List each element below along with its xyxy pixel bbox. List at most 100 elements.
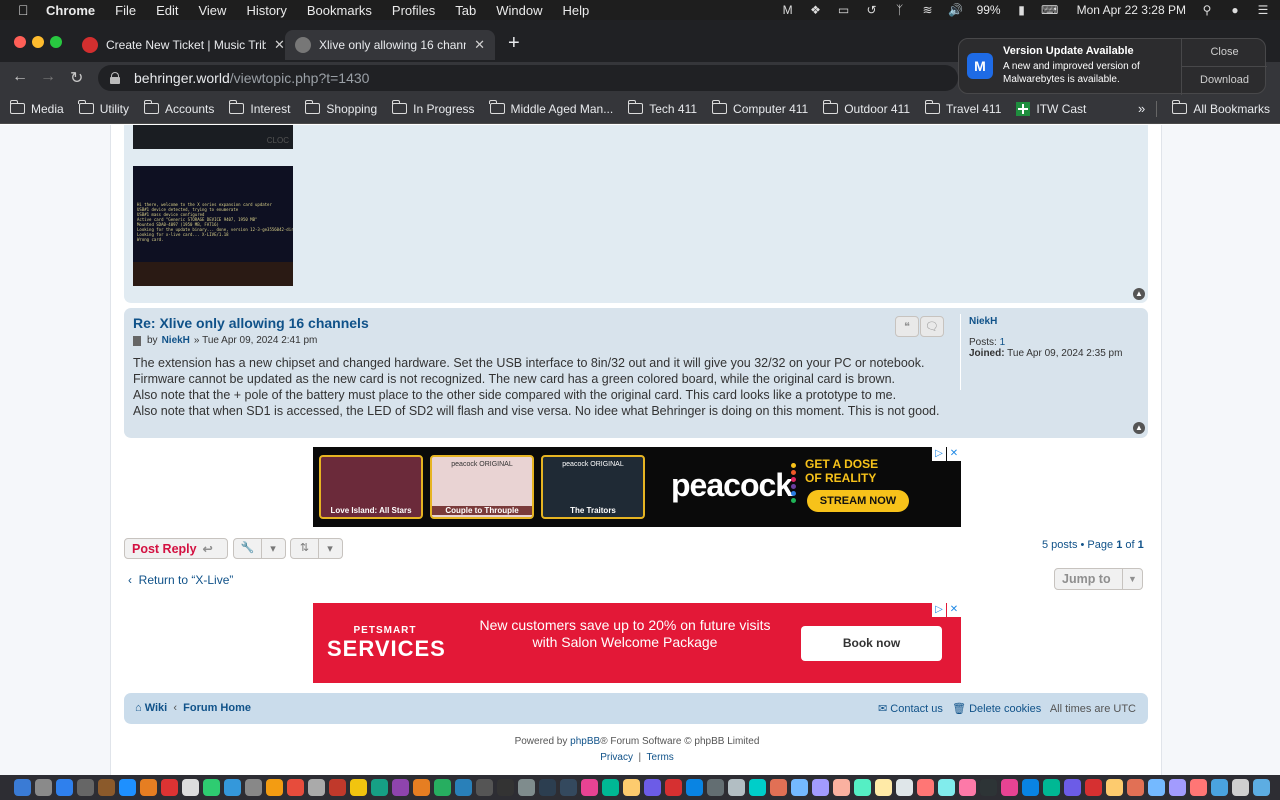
dock-app-icon[interactable]: [224, 779, 241, 796]
dock-app-icon[interactable]: [728, 779, 745, 796]
tab-xlive-topic[interactable]: Xlive only allowing 16 channels ✕: [285, 30, 495, 60]
dock-app-icon[interactable]: [350, 779, 367, 796]
dock-app-icon[interactable]: [959, 779, 976, 796]
jump-to-dropdown[interactable]: Jump to ▼: [1054, 568, 1143, 590]
attachment-image[interactable]: Hi there, welcome to the X series expans…: [133, 166, 293, 286]
tab-create-ticket[interactable]: Create New Ticket | Music Trib ✕: [72, 30, 295, 60]
ad-show-card[interactable]: peacock ORIGINAL The Traitors: [541, 455, 645, 519]
dock-app-icon[interactable]: [623, 779, 640, 796]
tab-close-icon[interactable]: ✕: [474, 37, 485, 53]
bookmark-folder-computer-411[interactable]: Computer 411: [711, 100, 808, 116]
dock-app-icon[interactable]: [938, 779, 955, 796]
address-bar[interactable]: behringer.world/viewtopic.php?t=1430: [98, 65, 958, 91]
dock-app-icon[interactable]: [1127, 779, 1144, 796]
dock-app-icon[interactable]: [140, 779, 157, 796]
dock-app-icon[interactable]: [161, 779, 178, 796]
tab-close-icon[interactable]: ✕: [274, 37, 285, 53]
bookmark-folder-travel-411[interactable]: Travel 411: [924, 100, 1001, 116]
notification-download-button[interactable]: Download: [1182, 74, 1267, 86]
adchoices-icon[interactable]: ▷: [932, 447, 946, 461]
window-close-button[interactable]: [14, 36, 26, 48]
dock-app-icon[interactable]: [476, 779, 493, 796]
dock-app-icon[interactable]: [371, 779, 388, 796]
dock-app-icon[interactable]: [455, 779, 472, 796]
dock-app-icon[interactable]: [329, 779, 346, 796]
forum-home-link[interactable]: Forum Home: [183, 702, 251, 714]
dock-app-icon[interactable]: [287, 779, 304, 796]
forward-arrow-icon[interactable]: →: [40, 68, 56, 86]
dock-app-icon[interactable]: [413, 779, 430, 796]
dock-app-icon[interactable]: [245, 779, 262, 796]
spotlight-search-icon[interactable]: ⚲: [1200, 3, 1214, 17]
bookmark-folder-shopping[interactable]: Shopping: [304, 100, 377, 116]
return-to-forum-link[interactable]: ‹ Return to “X-Live”: [128, 573, 233, 587]
dock-app-icon[interactable]: [434, 779, 451, 796]
peacock-ad-banner[interactable]: Love Island: All Stars peacock ORIGINAL …: [313, 447, 961, 527]
petsmart-ad-banner[interactable]: PETSMART SERVICES New customers save up …: [313, 603, 961, 683]
delete-cookies-link[interactable]: Delete cookies: [969, 703, 1041, 715]
notification-close-button[interactable]: Close: [1182, 46, 1267, 58]
bookmark-folder-utility[interactable]: Utility: [78, 100, 129, 116]
dock-app-icon[interactable]: [1106, 779, 1123, 796]
dock-app-icon[interactable]: [308, 779, 325, 796]
bookmark-folder-tech-411[interactable]: Tech 411: [627, 100, 697, 116]
dock-app-icon[interactable]: [392, 779, 409, 796]
dock-app-icon[interactable]: [1190, 779, 1207, 796]
menu-clock[interactable]: Mon Apr 22 3:28 PM: [1077, 3, 1186, 17]
dock-app-icon[interactable]: [770, 779, 787, 796]
dock-app-icon[interactable]: [1001, 779, 1018, 796]
control-center-icon[interactable]: ☰: [1256, 3, 1270, 17]
quote-button[interactable]: ❝: [895, 316, 919, 337]
phpbb-link[interactable]: phpBB: [570, 736, 600, 747]
menu-file[interactable]: File: [115, 3, 136, 18]
apple-icon[interactable]: : [18, 2, 34, 18]
menu-tab[interactable]: Tab: [455, 3, 476, 18]
post-author-link[interactable]: NiekH: [162, 335, 190, 346]
dock-app-icon[interactable]: [539, 779, 556, 796]
menu-bookmarks[interactable]: Bookmarks: [307, 3, 372, 18]
bookmark-itw-cast[interactable]: ITW Cast: [1016, 101, 1086, 116]
dock-app-icon[interactable]: [749, 779, 766, 796]
post-options-button[interactable]: 🗨: [920, 316, 944, 337]
menu-profiles[interactable]: Profiles: [392, 3, 435, 18]
window-zoom-button[interactable]: [50, 36, 62, 48]
dock-app-icon[interactable]: [707, 779, 724, 796]
dock-app-icon[interactable]: [665, 779, 682, 796]
bookmark-folder-in-progress[interactable]: In Progress: [391, 100, 475, 116]
dock-app-icon[interactable]: [497, 779, 514, 796]
dock-app-icon[interactable]: [1043, 779, 1060, 796]
reload-icon[interactable]: ↻: [70, 68, 83, 88]
profile-username[interactable]: NiekH: [969, 316, 1140, 327]
sort-options-dropdown[interactable]: ⇅ ▾: [290, 538, 343, 559]
back-arrow-icon[interactable]: ←: [12, 68, 28, 86]
menu-edit[interactable]: Edit: [156, 3, 178, 18]
dock-app-icon[interactable]: [77, 779, 94, 796]
dock-app-icon[interactable]: [854, 779, 871, 796]
dock-app-icon[interactable]: [833, 779, 850, 796]
ad-close-icon[interactable]: ✕: [947, 447, 961, 461]
time-machine-icon[interactable]: ↺: [865, 3, 879, 17]
topic-tools-dropdown[interactable]: 🔧 ▾: [233, 538, 286, 559]
battery-percent[interactable]: 99%: [977, 3, 1001, 17]
dock-app-icon[interactable]: [35, 779, 52, 796]
contact-us-link[interactable]: Contact us: [890, 703, 943, 715]
dock-app-icon[interactable]: [980, 779, 997, 796]
menu-history[interactable]: History: [246, 3, 286, 18]
dock-app-icon[interactable]: [1232, 779, 1249, 796]
menu-help[interactable]: Help: [563, 3, 590, 18]
window-minimize-button[interactable]: [32, 36, 44, 48]
post-title[interactable]: Re: Xlive only allowing 16 channels: [133, 315, 369, 331]
privacy-link[interactable]: Privacy: [600, 752, 633, 763]
menu-app-chrome[interactable]: Chrome: [46, 3, 95, 18]
bookmark-folder-middle-aged-man[interactable]: Middle Aged Man...: [489, 100, 613, 116]
dock-app-icon[interactable]: [1253, 779, 1270, 796]
all-bookmarks-button[interactable]: All Bookmarks: [1171, 100, 1270, 116]
dock-app-icon[interactable]: [686, 779, 703, 796]
dock-app-icon[interactable]: [560, 779, 577, 796]
dock-app-icon[interactable]: [518, 779, 535, 796]
dock-app-icon[interactable]: [581, 779, 598, 796]
battery-icon[interactable]: ▮: [1015, 3, 1029, 17]
bluetooth-icon[interactable]: ᛉ: [893, 3, 907, 17]
dock-app-icon[interactable]: [791, 779, 808, 796]
posts-count-link[interactable]: 1: [1000, 337, 1006, 348]
